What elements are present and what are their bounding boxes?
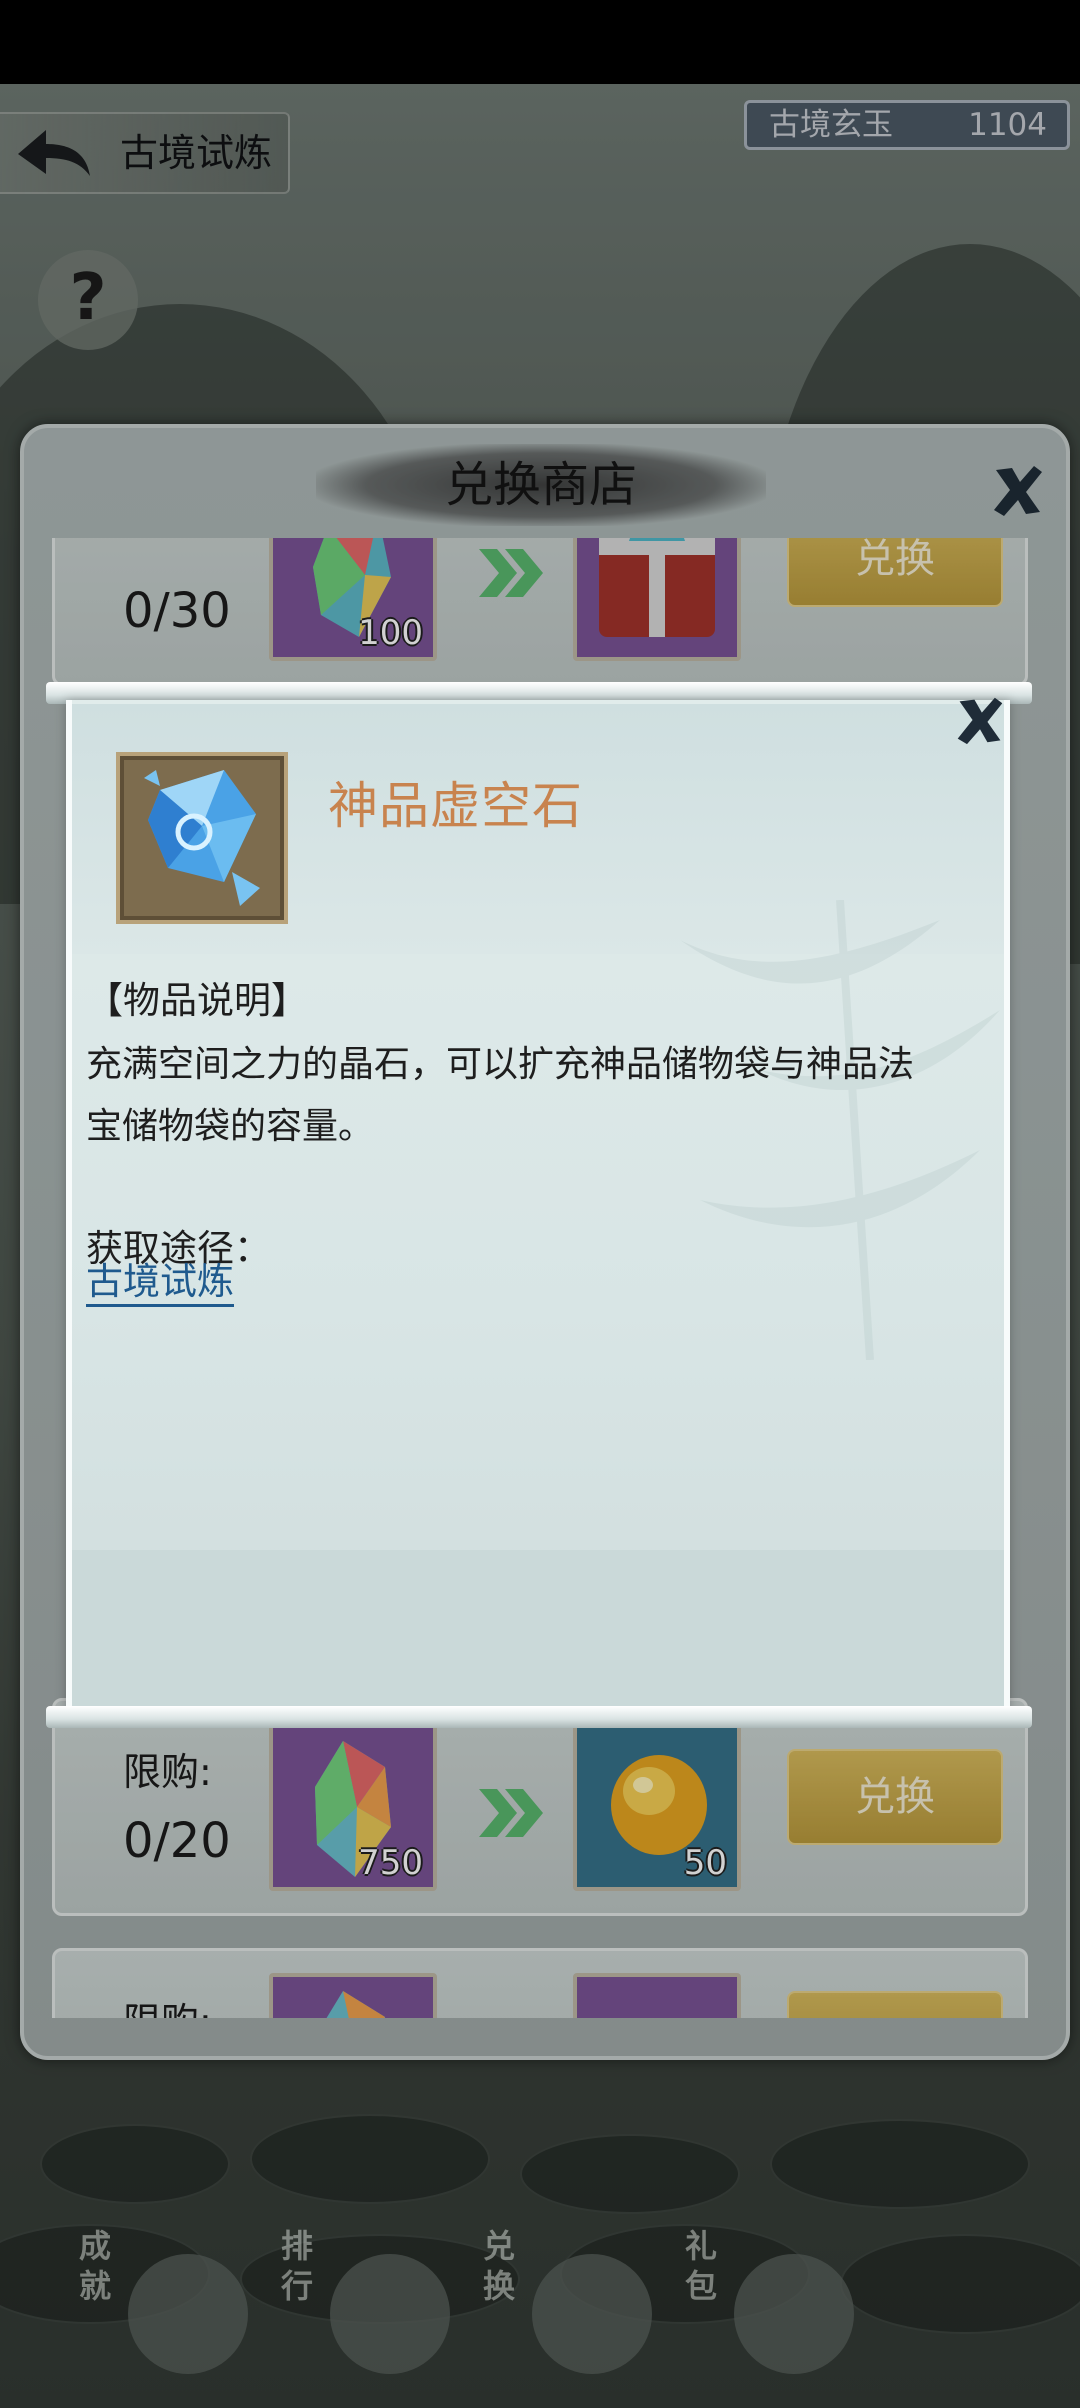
nav-achievements[interactable]: 成就: [70, 2226, 248, 2376]
source-link[interactable]: 古境试炼: [86, 1260, 234, 1307]
item-icon-frame: [116, 752, 288, 924]
nav-label: 排行: [280, 2227, 313, 2305]
nav-label: 兑换: [482, 2227, 515, 2305]
nav-gift[interactable]: 礼包: [676, 2226, 854, 2376]
item-description: 充满空间之力的晶石，可以扩充神品储物袋与神品法宝储物袋的容量。: [86, 1044, 915, 1147]
banner-icon: [330, 2254, 450, 2374]
void-stone-crystal-icon: [144, 770, 260, 906]
close-x-icon[interactable]: [954, 694, 1006, 746]
item-name: 神品虚空石: [328, 777, 583, 835]
nav-exchange[interactable]: 兑换: [474, 2226, 652, 2376]
nav-ranking[interactable]: 排行: [272, 2226, 450, 2376]
nav-label: 礼包: [684, 2227, 717, 2305]
scroll-rod-bottom: [46, 1706, 1032, 1728]
popup-footer-band: [72, 1550, 1004, 1710]
gift-box-icon: [734, 2254, 854, 2374]
nav-label: 成就: [78, 2227, 111, 2305]
scroll-icon: [128, 2254, 248, 2374]
description-heading: 【物品说明】: [86, 979, 308, 1022]
exchange-shield-icon: [532, 2254, 652, 2374]
